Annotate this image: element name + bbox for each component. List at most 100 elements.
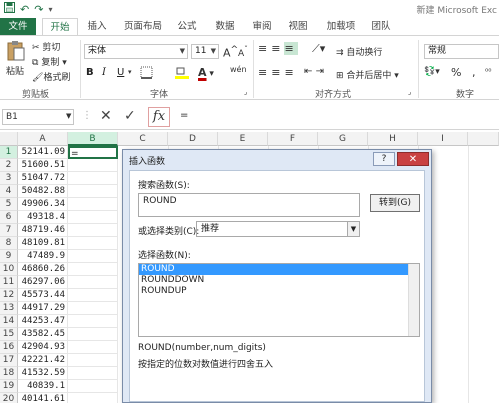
align-right-icon[interactable]: ≡ [284,66,297,79]
decrease-indent-icon[interactable]: ⇤ [304,66,312,77]
border-button[interactable] [140,66,153,82]
grow-font-button[interactable]: A^ [223,44,238,60]
font-dialog-launcher-icon[interactable]: ⌟ [244,88,247,96]
row-header[interactable]: 12 [0,289,18,302]
cell-b[interactable] [68,263,118,276]
comma-button[interactable]: , [472,66,476,79]
cell-a[interactable]: 49318.4 [18,211,68,224]
scrollbar[interactable] [408,264,419,336]
tab-page-layout[interactable]: 页面布局 [118,18,168,35]
cell-b[interactable] [68,289,118,302]
cell-a[interactable]: 50482.88 [18,185,68,198]
vertical-align-buttons[interactable]: ≡≡≡ [258,42,298,55]
row-header[interactable]: 20 [0,393,18,403]
customize-icon[interactable]: ▾ [48,3,52,17]
cell-a[interactable]: 51047.72 [18,172,68,185]
align-middle-icon[interactable]: ≡ [271,42,284,55]
cell-a[interactable]: 44917.29 [18,302,68,315]
cell-b[interactable] [68,250,118,263]
cell-b[interactable] [68,172,118,185]
chevron-down-icon[interactable]: ▼ [66,112,71,120]
cancel-icon[interactable]: ✕ [100,108,112,124]
column-header[interactable]: F [268,132,318,146]
paste-button[interactable] [6,40,26,65]
copy-button[interactable]: ⧉ 复制 ▾ [32,55,67,68]
cell-a[interactable]: 44253.47 [18,315,68,328]
align-bottom-icon[interactable]: ≡ [284,42,298,55]
row-header[interactable]: 1 [0,146,18,159]
row-header[interactable]: 18 [0,367,18,380]
row-header[interactable]: 7 [0,224,18,237]
align-center-icon[interactable]: ≡ [271,66,284,79]
wrap-text-button[interactable]: ⇉ 自动换行 [336,45,382,58]
italic-button[interactable]: I [102,67,106,78]
phonetic-button[interactable]: wén [230,65,247,74]
row-header[interactable]: 11 [0,276,18,289]
tab-view[interactable]: 视图 [283,18,313,35]
function-list[interactable]: ROUND ROUNDDOWN ROUNDUP [138,263,420,337]
enter-icon[interactable]: ✓ [124,108,136,124]
align-top-icon[interactable]: ≡ [258,42,271,55]
save-icon[interactable] [4,2,15,17]
format-painter-button[interactable]: 🖌格式刷 [32,70,70,83]
column-header[interactable]: E [218,132,268,146]
formula-input[interactable]: = [174,109,497,125]
cell-b[interactable] [68,315,118,328]
cell-a[interactable]: 48719.46 [18,224,68,237]
column-header[interactable]: A [18,132,68,146]
insert-function-button[interactable]: fx [148,107,170,127]
search-function-input[interactable]: ROUND [138,193,360,217]
bold-button[interactable]: B [86,67,94,78]
cell-b[interactable] [68,198,118,211]
tab-insert[interactable]: 插入 [82,18,112,35]
underline-dropdown[interactable]: ▾ [128,68,132,76]
row-header[interactable]: 16 [0,341,18,354]
list-item[interactable]: ROUNDUP [139,286,419,297]
font-color-button[interactable]: A ▾ [198,66,214,79]
percent-button[interactable]: % [451,66,461,79]
cell-a[interactable]: 41532.59 [18,367,68,380]
column-header[interactable]: H [368,132,418,146]
cell-b[interactable] [68,354,118,367]
column-header[interactable]: G [318,132,368,146]
cell-b[interactable] [68,211,118,224]
currency-button[interactable]: 💱▾ [424,67,440,77]
row-header[interactable]: 10 [0,263,18,276]
row-header[interactable]: 5 [0,198,18,211]
cell-a[interactable]: 40141.61 [18,393,68,403]
font-size-combo[interactable]: 11 ▼ [191,44,219,59]
column-header[interactable] [468,132,499,146]
undo-icon[interactable]: ↶ [20,3,29,17]
go-button[interactable]: 转到(G) [370,194,420,212]
active-cell[interactable]: = [68,146,118,159]
name-box[interactable]: B1 [2,109,74,125]
row-header[interactable]: 8 [0,237,18,250]
row-header[interactable]: 19 [0,380,18,393]
row-header[interactable]: 4 [0,185,18,198]
cell-b[interactable] [68,276,118,289]
font-name-combo[interactable]: 宋体 ▼ [84,44,188,59]
increase-indent-icon[interactable]: ⇥ [316,66,324,77]
column-header[interactable]: C [118,132,168,146]
cell-a[interactable]: 49906.34 [18,198,68,211]
cell-a[interactable]: 43582.45 [18,328,68,341]
list-item[interactable]: ROUNDDOWN [139,275,419,286]
tab-review[interactable]: 审阅 [247,18,277,35]
close-button[interactable]: ✕ [397,152,429,166]
row-header[interactable]: 15 [0,328,18,341]
row-header[interactable]: 6 [0,211,18,224]
horizontal-align-buttons[interactable]: ≡≡≡ [258,66,298,79]
cell-a[interactable]: 48109.81 [18,237,68,250]
cell-b[interactable] [68,367,118,380]
cell-b[interactable] [68,237,118,250]
redo-icon[interactable]: ↷ [34,3,43,17]
alignment-dialog-launcher-icon[interactable]: ⌟ [408,88,411,96]
merge-center-button[interactable]: ⊞ 合并后居中 ▾ [336,68,399,81]
category-select[interactable]: 推荐 ▼ [196,221,360,237]
list-item[interactable]: ROUND [139,264,419,275]
paste-label[interactable]: 粘贴 [6,64,24,77]
cut-button[interactable]: ✂ 剪切 [32,40,60,53]
tab-data[interactable]: 数据 [210,18,240,35]
cell-b[interactable] [68,224,118,237]
increase-decimal-icon[interactable]: ⁰⁰ [485,67,491,76]
